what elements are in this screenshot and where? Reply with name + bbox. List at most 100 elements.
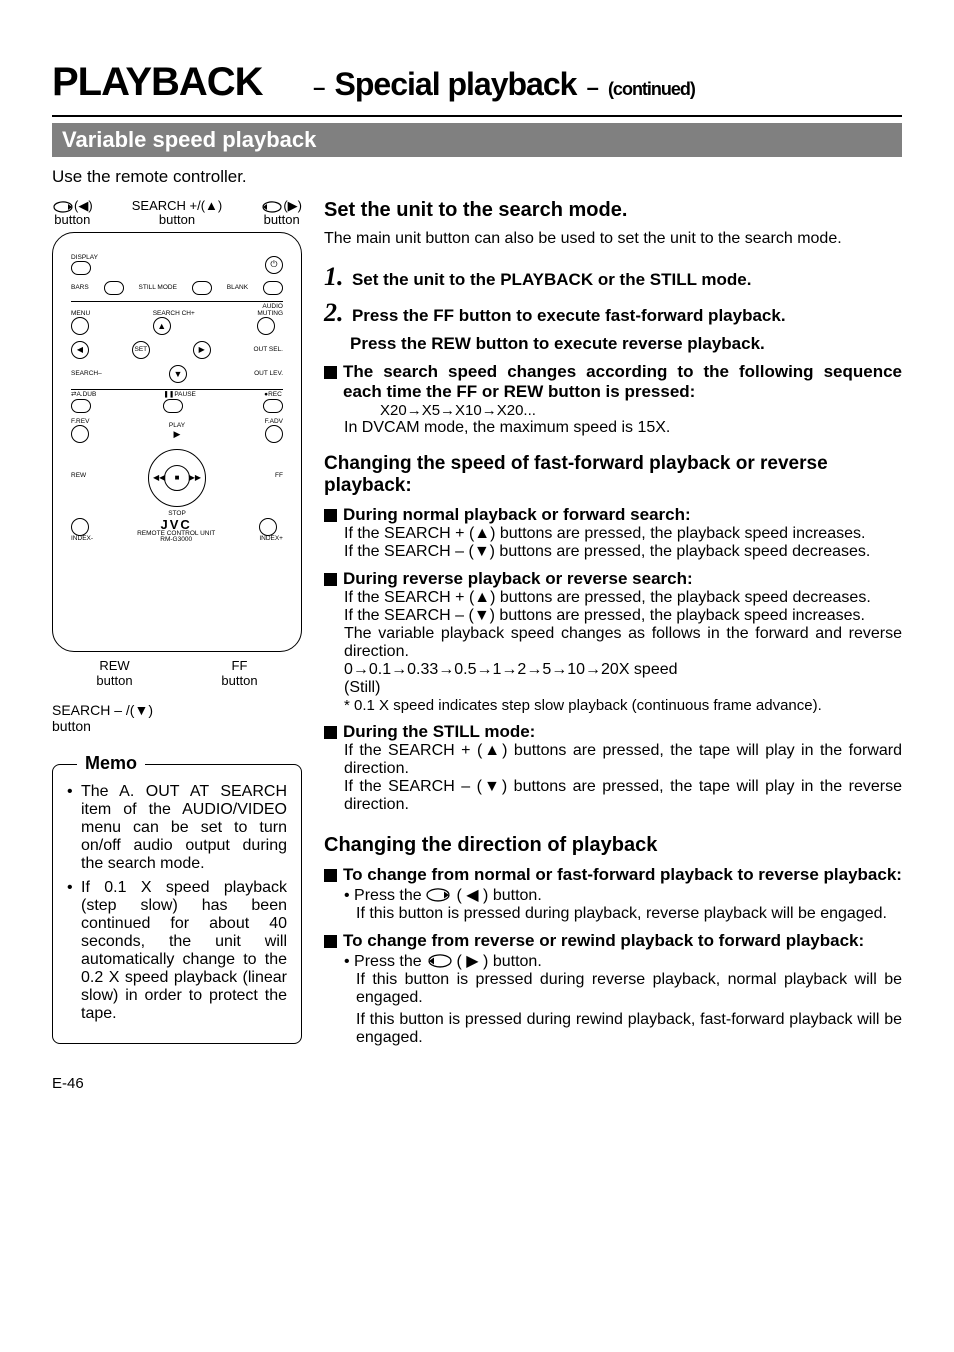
- rc-chplus: CH+: [182, 310, 195, 317]
- rc-blank-btn: [263, 281, 283, 295]
- heading-change-direction: Changing the direction of playback: [324, 834, 902, 857]
- blk5b: If this button is pressed during playbac…: [356, 905, 902, 923]
- blk2a: If the SEARCH + (▲) buttons are pressed,…: [344, 525, 902, 543]
- intro-text: Use the remote controller.: [52, 167, 902, 187]
- lbl-rew-1: REW: [99, 658, 129, 673]
- title-sep2: –: [587, 75, 598, 100]
- shuttle-right-icon: [426, 954, 452, 968]
- rc-stop-btn: ■: [164, 465, 190, 491]
- remote-bottom-labels: REWbutton FFbutton: [52, 658, 302, 688]
- search-minus-label: SEARCH – /(▼) button: [52, 702, 302, 734]
- block-to-forward: To change from reverse or rewind playbac…: [324, 931, 902, 951]
- blk5a-pre: • Press the: [344, 887, 426, 904]
- rc-indexp-btn: [259, 518, 277, 536]
- blk3a: If the SEARCH + (▲) buttons are pressed,…: [344, 589, 902, 607]
- block-search-speed: The search speed changes according to th…: [324, 362, 902, 402]
- lbl-left-icon: (◀): [74, 198, 93, 213]
- dvcam-note: In DVCAM mode, the maximum speed is 15X.: [344, 419, 902, 437]
- rc-power-btn: ⏻: [265, 256, 283, 274]
- bullet-square-icon: [324, 509, 337, 522]
- lbl-right-icon: (▶): [283, 198, 302, 213]
- rc-rec: REC: [268, 391, 282, 398]
- rc-bars: BARS: [71, 285, 89, 292]
- block-to-reverse-title: To change from normal or fast-forward pl…: [343, 865, 902, 885]
- heading-change-speed: Changing the speed of fast-forward playb…: [324, 453, 902, 497]
- sm-l2: button: [52, 718, 91, 734]
- step-1: 1. Set the unit to the PLAYBACK or the S…: [324, 262, 902, 292]
- memo-box: Memo The A. OUT AT SEARCH item of the AU…: [52, 764, 302, 1044]
- rc-set-btn: SET: [132, 341, 150, 359]
- bullet-square-icon: [324, 573, 337, 586]
- rc-indexp: INDEX+: [259, 536, 283, 543]
- block-reverse-title: During reverse playback or reverse searc…: [343, 569, 693, 589]
- rc-adub-btn: [71, 399, 91, 413]
- rc-search-down-btn: ▼: [169, 365, 187, 383]
- blk6a-pre: • Press the: [344, 953, 426, 970]
- block-reverse: During reverse playback or reverse searc…: [324, 569, 902, 589]
- rc-menu: MENU: [71, 311, 90, 318]
- title-rule: [52, 115, 902, 117]
- bullet-square-icon: [324, 935, 337, 948]
- rc-muting-btn: [257, 317, 275, 335]
- lbl-mid-1: SEARCH +/(▲): [132, 198, 223, 213]
- title-cont: (continued): [608, 79, 695, 99]
- block-still-mode: During the STILL mode:: [324, 722, 902, 742]
- blk2b: If the SEARCH – (▼) buttons are pressed,…: [344, 543, 902, 561]
- block-to-reverse: To change from normal or fast-forward pl…: [324, 865, 902, 885]
- rc-rec-btn: [263, 399, 283, 413]
- title-sep1: –: [313, 75, 324, 100]
- remote-diagram: DISPLAY ⏻ BARS STILL MODE BLANK AUDIO ME…: [52, 232, 302, 652]
- blk3d: 0→0.1→0.33→0.5→1→2→5→10→20X speed: [344, 661, 902, 679]
- blk4b: If the SEARCH – (▼) buttons are pressed,…: [344, 778, 902, 814]
- rc-outsel: OUT SEL.: [253, 347, 283, 354]
- blk3b: If the SEARCH – (▼) buttons are pressed,…: [344, 607, 902, 625]
- heading-search-mode: Set the unit to the search mode.: [324, 199, 902, 222]
- blk5a: • Press the ( ◀ ) button.: [344, 885, 902, 905]
- step-2: 2. Press the FF button to execute fast-f…: [324, 298, 902, 328]
- lbl-mid-2: button: [159, 212, 195, 227]
- sequence-text: X20→X5→X10→X20...: [380, 402, 902, 419]
- rc-display: DISPLAY: [71, 255, 98, 262]
- rc-display-btn: [71, 261, 91, 275]
- memo-bullet-1: The A. OUT AT SEARCH item of the AUDIO/V…: [81, 783, 287, 873]
- rc-stillmode-btn: [192, 281, 212, 295]
- blk3e: (Still): [344, 679, 902, 697]
- rc-ff: FF: [275, 473, 283, 480]
- block-normal-forward: During normal playback or forward search…: [324, 505, 902, 525]
- lbl-rew-2: button: [96, 673, 132, 688]
- lbl-ff-2: button: [221, 673, 257, 688]
- rc-rew: REW: [71, 473, 86, 480]
- block-still-title: During the STILL mode:: [343, 722, 535, 742]
- rc-stillmode: STILL MODE: [139, 285, 177, 291]
- bullet-square-icon: [324, 726, 337, 739]
- memo-title: Memo: [77, 753, 145, 774]
- bullet-square-icon: [324, 366, 337, 379]
- blk5a-post: ( ◀ ) button.: [457, 887, 542, 904]
- page-title: PLAYBACK – Special playback – (continued…: [52, 60, 902, 105]
- rc-outlev: OUT LEV.: [254, 371, 283, 378]
- rc-right-btn: ▶: [193, 341, 211, 359]
- block-normal-forward-title: During normal playback or forward search…: [343, 505, 691, 525]
- memo-bullet-2: If 0.1 X speed playback (step slow) has …: [81, 879, 287, 1023]
- rc-fadv-btn: [265, 425, 283, 443]
- lbl-left-name: button: [54, 212, 90, 227]
- rc-logo: JVC: [137, 518, 215, 531]
- blk6c: If this button is pressed during rewind …: [356, 1011, 902, 1047]
- step-2a-text: Press the FF button to execute fast-forw…: [352, 306, 786, 325]
- rc-indexm-btn: [71, 518, 89, 536]
- rc-frev-btn: [71, 425, 89, 443]
- step-2b-text: Press the REW button to execute reverse …: [350, 334, 902, 354]
- rc-indexm: INDEX-: [71, 536, 93, 543]
- block-to-forward-title: To change from reverse or rewind playbac…: [343, 931, 864, 951]
- blk3c: The variable playback speed changes as f…: [344, 625, 902, 661]
- title-sub: Special playback: [335, 66, 577, 102]
- rc-pause-btn: [163, 399, 183, 413]
- rc-muting: MUTING: [257, 311, 283, 318]
- rc-search-up-btn: ▲: [153, 317, 171, 335]
- para-main-unit: The main unit button can also be used to…: [324, 230, 902, 248]
- lbl-ff-1: FF: [232, 658, 248, 673]
- rc-frev: F.REV: [71, 419, 89, 426]
- blk6b: If this button is pressed during reverse…: [356, 971, 902, 1007]
- rc-pause: PAUSE: [174, 391, 196, 398]
- rc-jog-wheel: ◀◀ ■ ▶▶: [148, 449, 206, 507]
